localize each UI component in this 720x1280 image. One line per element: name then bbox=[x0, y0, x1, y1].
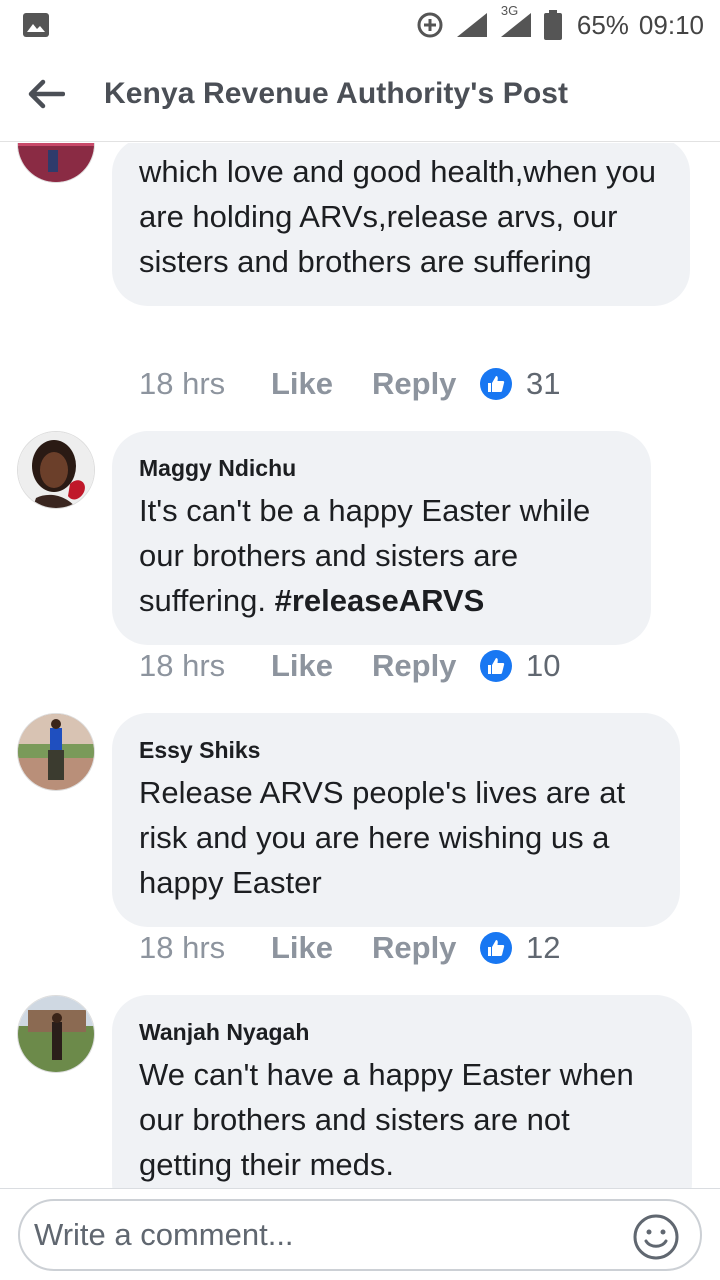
avatar[interactable] bbox=[17, 143, 95, 183]
comment-time: 18 hrs bbox=[139, 648, 226, 683]
comment-bubble[interactable]: Wanjah Nyagah We can't have a happy East… bbox=[112, 995, 692, 1189]
avatar[interactable] bbox=[17, 431, 95, 509]
data-saver-icon bbox=[417, 12, 443, 38]
comment-bubble[interactable]: Maggy Ndichu It's can't be a happy Easte… bbox=[112, 431, 651, 645]
status-icons: 3G 65% 09:10 bbox=[415, 3, 704, 42]
avatar[interactable] bbox=[17, 995, 95, 1073]
clock: 09:10 bbox=[638, 9, 704, 40]
avatar-photo bbox=[18, 143, 94, 182]
comment-actions: 18 hrs Like Reply 12 bbox=[139, 928, 560, 968]
comments-list[interactable]: which love and good health,when you are … bbox=[0, 143, 720, 1189]
reply-button[interactable]: Reply bbox=[372, 930, 480, 966]
status-bar: 3G 65% 09:10 bbox=[0, 0, 720, 50]
thumbs-up-icon bbox=[480, 932, 512, 964]
like-button[interactable]: Like bbox=[271, 930, 372, 966]
thumbs-up-icon bbox=[480, 368, 512, 400]
comment-composer: Write a comment... bbox=[0, 1188, 720, 1280]
avatar-photo bbox=[18, 432, 94, 508]
comment-input[interactable]: Write a comment... bbox=[18, 1199, 702, 1271]
avatar-photo bbox=[18, 714, 94, 790]
comment-text: We can't have a happy Easter when our br… bbox=[139, 1057, 634, 1182]
comment-text: It's can't be a happy Easter while our b… bbox=[139, 488, 623, 623]
reaction-count[interactable]: 10 bbox=[480, 648, 560, 684]
page-title: Kenya Revenue Authority's Post bbox=[104, 77, 569, 110]
back-button[interactable] bbox=[24, 72, 68, 116]
like-button[interactable]: Like bbox=[271, 648, 372, 684]
hashtag-link[interactable]: #releaseARVS bbox=[275, 583, 485, 618]
back-arrow-icon bbox=[28, 79, 65, 109]
comment-bubble[interactable]: Essy Shiks Release ARVS people's lives a… bbox=[112, 713, 680, 927]
comment-input-placeholder: Write a comment... bbox=[34, 1217, 294, 1252]
network-label: 3G bbox=[500, 3, 519, 18]
reaction-count[interactable]: 12 bbox=[480, 930, 560, 966]
reaction-count[interactable]: 31 bbox=[480, 366, 560, 402]
comment-author[interactable]: Essy Shiks bbox=[139, 737, 652, 764]
avatar-photo bbox=[18, 996, 94, 1072]
reply-button[interactable]: Reply bbox=[372, 366, 480, 402]
network-type: 3G bbox=[499, 3, 533, 39]
comment-text: which love and good health,when you are … bbox=[139, 154, 657, 279]
comment-actions: 18 hrs Like Reply 10 bbox=[139, 646, 560, 686]
like-button[interactable]: Like bbox=[271, 366, 372, 402]
comment-time: 18 hrs bbox=[139, 930, 226, 965]
comment-author[interactable]: Maggy Ndichu bbox=[139, 455, 623, 482]
thumbs-up-icon bbox=[480, 650, 512, 682]
battery-icon bbox=[543, 10, 562, 40]
like-count: 31 bbox=[526, 366, 561, 401]
emoji-icon[interactable] bbox=[632, 1213, 680, 1261]
reply-button[interactable]: Reply bbox=[372, 648, 480, 684]
top-header: Kenya Revenue Authority's Post bbox=[0, 50, 720, 142]
comment-time: 18 hrs bbox=[139, 366, 226, 401]
gallery-icon bbox=[23, 13, 49, 37]
battery-level: 65% bbox=[576, 9, 629, 40]
like-count: 10 bbox=[526, 648, 561, 683]
screen: 3G 65% 09:10 Kenya Revenue Authority's P… bbox=[0, 0, 720, 1280]
comment-bubble[interactable]: which love and good health,when you are … bbox=[112, 143, 690, 306]
comment-text: Release ARVS people's lives are at risk … bbox=[139, 775, 626, 900]
comment-actions: 18 hrs Like Reply 31 bbox=[139, 364, 560, 404]
comment-author[interactable]: Wanjah Nyagah bbox=[139, 1019, 664, 1046]
signal-icon bbox=[456, 13, 487, 37]
like-count: 12 bbox=[526, 930, 561, 965]
avatar[interactable] bbox=[17, 713, 95, 791]
